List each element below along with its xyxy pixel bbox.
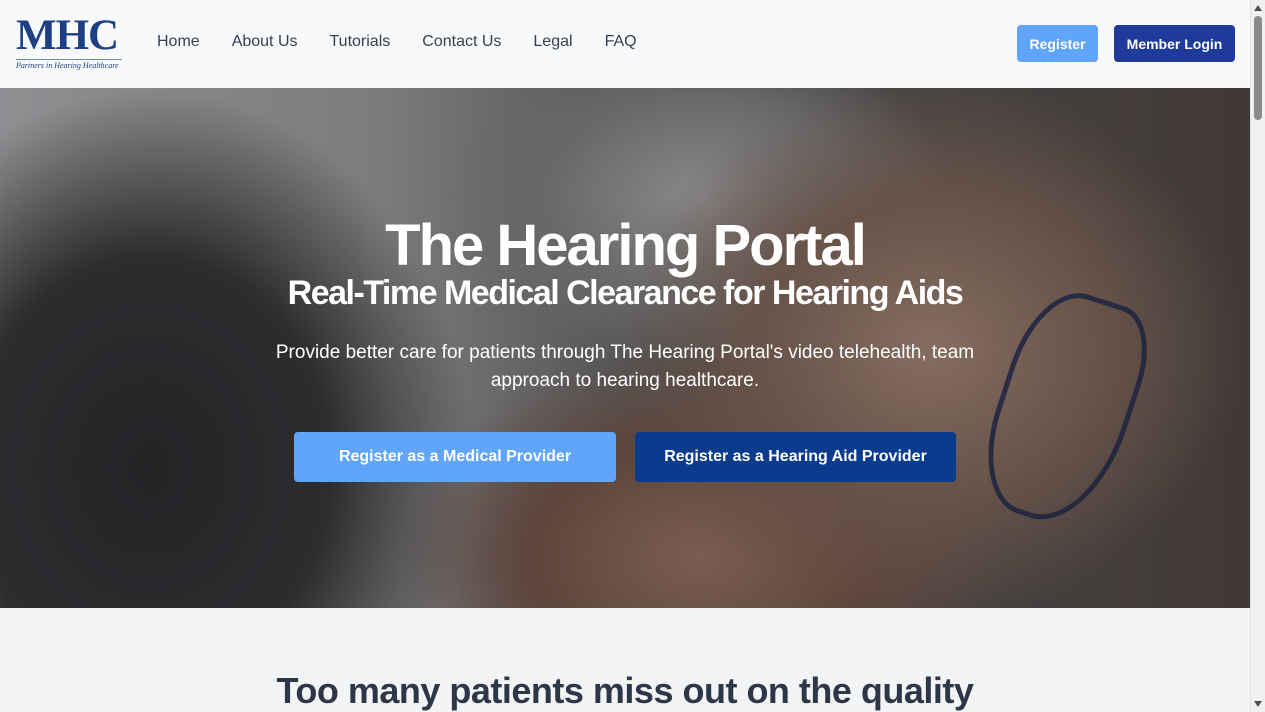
register-medical-provider-button[interactable]: Register as a Medical Provider bbox=[294, 432, 616, 482]
nav-about-us[interactable]: About Us bbox=[232, 33, 298, 51]
vertical-scrollbar[interactable] bbox=[1250, 0, 1265, 712]
scroll-up-arrow-icon[interactable] bbox=[1254, 5, 1262, 11]
section-heading: Too many patients miss out on the qualit… bbox=[276, 670, 974, 711]
scroll-down-arrow-icon[interactable] bbox=[1254, 701, 1262, 707]
hero-section: The Hearing Portal Real-Time Medical Cle… bbox=[0, 88, 1250, 608]
logo-mark: MHC bbox=[16, 12, 119, 59]
hero-description: Provide better care for patients through… bbox=[275, 342, 975, 391]
nav-faq[interactable]: FAQ bbox=[605, 33, 637, 51]
mhc-logo[interactable]: MHC Partners in Hearing Healthcare bbox=[16, 14, 126, 74]
member-login-button[interactable]: Member Login bbox=[1114, 25, 1235, 62]
nav-contact-us[interactable]: Contact Us bbox=[422, 33, 501, 51]
main-nav: Home About Us Tutorials Contact Us Legal… bbox=[157, 33, 637, 51]
hero-subtitle: Real-Time Medical Clearance for Hearing … bbox=[287, 274, 964, 312]
logo-divider bbox=[16, 59, 122, 60]
register-hearing-aid-provider-button[interactable]: Register as a Hearing Aid Provider bbox=[635, 432, 956, 482]
site-header: MHC Partners in Hearing Healthcare Home … bbox=[0, 0, 1250, 88]
hero-title: The Hearing Portal bbox=[385, 213, 867, 278]
nav-legal[interactable]: Legal bbox=[533, 33, 572, 51]
register-button[interactable]: Register bbox=[1017, 25, 1098, 62]
logo-tagline: Partners in Hearing Healthcare bbox=[16, 61, 119, 70]
nav-tutorials[interactable]: Tutorials bbox=[330, 33, 391, 51]
scrollbar-thumb[interactable] bbox=[1254, 16, 1262, 120]
nav-home[interactable]: Home bbox=[157, 33, 200, 51]
